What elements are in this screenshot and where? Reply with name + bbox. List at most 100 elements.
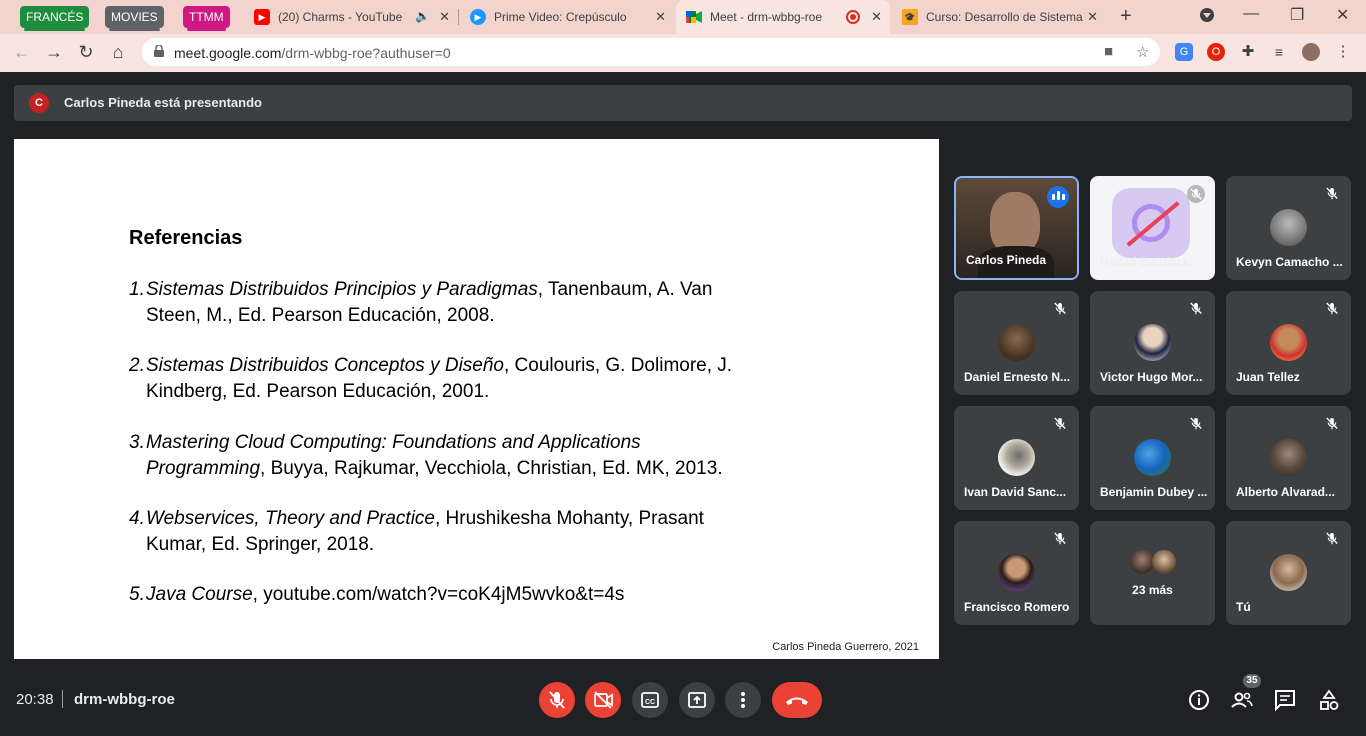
reference-item: 5. Java Course, youtube.com/watch?v=coK4… [129,582,819,608]
more-participants-tile[interactable]: 23 más [1090,521,1215,625]
reference-title: Java Course [146,584,253,605]
reference-number: 4. [129,508,145,529]
closed-captions-icon: CC [641,692,659,708]
participant-tile[interactable]: Ivan David Sanc... [954,406,1079,510]
reference-number: 5. [129,584,145,605]
participant-tile[interactable]: Victor Hugo Mor... [1090,291,1215,395]
media-control-icon[interactable]: ≡ [1270,43,1288,61]
tab-prime-video[interactable]: ▶ Prime Video: Crepúsculo ✕ [460,0,674,34]
participant-count-badge: 35 [1243,674,1261,688]
reference-details-cont: Steen, M., Ed. Pearson Educación, 2008. [146,304,495,326]
opera-extension-icon[interactable]: O [1207,43,1225,61]
meeting-clock: 20:38 [16,691,54,708]
browser-toolbar: ← → ↻ ⌂ meet.google.com/drm-wbbg-roe?aut… [0,34,1366,72]
participant-tile[interactable]: Francisco Romero [954,521,1079,625]
divider [62,690,63,708]
extensions-puzzle-icon[interactable]: ✚ [1239,43,1257,61]
prime-video-icon: ▶ [470,9,486,25]
close-icon[interactable]: ✕ [1087,9,1098,25]
meet-icon [686,9,702,25]
bookmark-group-label: FRANCÉS [26,10,84,24]
bookmark-group-movies[interactable]: MOVIES [105,6,164,31]
reference-item: 2. Sistemas Distribuidos Conceptos y Dis… [129,353,819,404]
speaking-indicator-icon [1047,186,1069,208]
reference-item: 4. Webservices, Theory and Practice, Hru… [129,506,819,557]
bookmark-group-label: MOVIES [111,10,158,24]
present-screen-button[interactable] [679,682,715,718]
tab-search-icon[interactable] [1200,8,1214,22]
meeting-controls-bar: 20:38 drm-wbbg-roe CC 35 [0,670,1366,736]
close-icon[interactable]: ✕ [655,9,666,25]
participant-tile[interactable]: Kevyn Camacho ... [1226,176,1351,280]
participant-tile[interactable]: Alberto Alvarad... [1226,406,1351,510]
chat-icon [1275,690,1295,712]
camera-toggle-button[interactable] [585,682,621,718]
people-icon [1231,692,1253,708]
restore-button[interactable]: ❐ [1290,5,1304,25]
participant-name: Alberto Alvarad... [1236,485,1335,499]
tab-curso[interactable]: 🎓 Curso: Desarrollo de Sistema ✕ [892,0,1106,34]
close-window-button[interactable]: ✕ [1336,5,1349,25]
participant-tile[interactable]: Carlos Pineda [954,176,1079,280]
participants-button[interactable] [1230,688,1254,712]
participant-avatar [998,324,1035,361]
presenter-banner: C Carlos Pineda está presentando [14,85,1352,121]
participant-name: Kevyn Camacho ... [1236,255,1343,269]
participant-name: Victor Hugo Mor... [1100,370,1203,384]
tab-youtube[interactable]: ▶ (20) Charms - YouTube 🔈 ✕ [244,0,458,34]
speaker-icon[interactable]: 🔈 [415,9,430,23]
chat-button[interactable] [1273,688,1297,712]
participant-name: Francisco Romero [964,600,1070,614]
mic-toggle-button[interactable] [539,682,575,718]
reference-details: , Tanenbaum, A. Van [537,279,713,300]
reference-title: Mastering Cloud Computing: Foundations a… [146,432,641,453]
participant-avatar [1270,324,1307,361]
bookmark-group-label: TTMM [189,10,224,24]
tab-meet[interactable]: Meet - drm-wbbg-roe ✕ [676,0,890,34]
reference-details-cont: , Buyya, Rajkumar, Vecchiola, Christian,… [260,457,723,479]
bookmark-star-icon[interactable]: ☆ [1136,43,1149,61]
minimize-button[interactable]: — [1243,5,1259,23]
chrome-menu-icon[interactable]: ⋮ [1334,43,1352,61]
mic-off-icon [1326,187,1338,200]
participant-tile[interactable]: Benjamin Dubey ... [1090,406,1215,510]
participant-tile[interactable]: Hadad Bautista... [1090,176,1215,280]
youtube-icon: ▶ [254,9,270,25]
reload-button[interactable]: ↻ [75,42,97,63]
bookmark-group-frances[interactable]: FRANCÉS [20,6,90,31]
captions-button[interactable]: CC [632,682,668,718]
meeting-details-button[interactable] [1187,688,1211,712]
group-underline [187,28,226,31]
close-icon[interactable]: ✕ [439,9,450,25]
self-tile[interactable]: Tú [1226,521,1351,625]
camera-icon[interactable]: ■ [1104,43,1113,60]
activities-button[interactable] [1317,688,1341,712]
close-icon[interactable]: ✕ [871,9,882,25]
participant-name: Hadad Bautista... [1100,255,1198,269]
participant-tile[interactable]: Juan Tellez [1226,291,1351,395]
reference-details-cont: Kindberg, Ed. Pearson Educación, 2001. [146,380,490,402]
mic-off-icon [1054,532,1066,545]
back-button[interactable]: ← [11,42,33,63]
reference-details: , Hrushikesha Mohanty, Prasant [435,508,704,529]
tab-title: Curso: Desarrollo de Sistema [926,10,1083,24]
more-options-button[interactable] [725,682,761,718]
participant-avatar-logo [1112,188,1190,258]
bookmark-group-ttmm[interactable]: TTMM [183,6,230,31]
participant-avatar [1134,439,1171,476]
address-bar[interactable]: meet.google.com/drm-wbbg-roe?authuser=0 … [142,38,1160,66]
participant-tile[interactable]: Daniel Ernesto N... [954,291,1079,395]
tab-separator [458,9,459,25]
forward-button[interactable]: → [43,42,65,63]
leave-call-button[interactable] [772,682,822,718]
home-button[interactable]: ⌂ [107,42,129,63]
participant-avatar [998,439,1035,476]
lock-icon [154,45,164,57]
participant-name: Carlos Pineda [966,253,1047,267]
mic-off-icon [1187,185,1205,203]
new-tab-button[interactable]: + [1120,5,1132,28]
profile-avatar[interactable] [1302,43,1320,61]
reference-title: Sistemas Distribuidos Conceptos y Diseño [146,355,504,376]
participant-avatar [1270,209,1307,246]
translate-extension-icon[interactable]: G [1175,43,1193,61]
